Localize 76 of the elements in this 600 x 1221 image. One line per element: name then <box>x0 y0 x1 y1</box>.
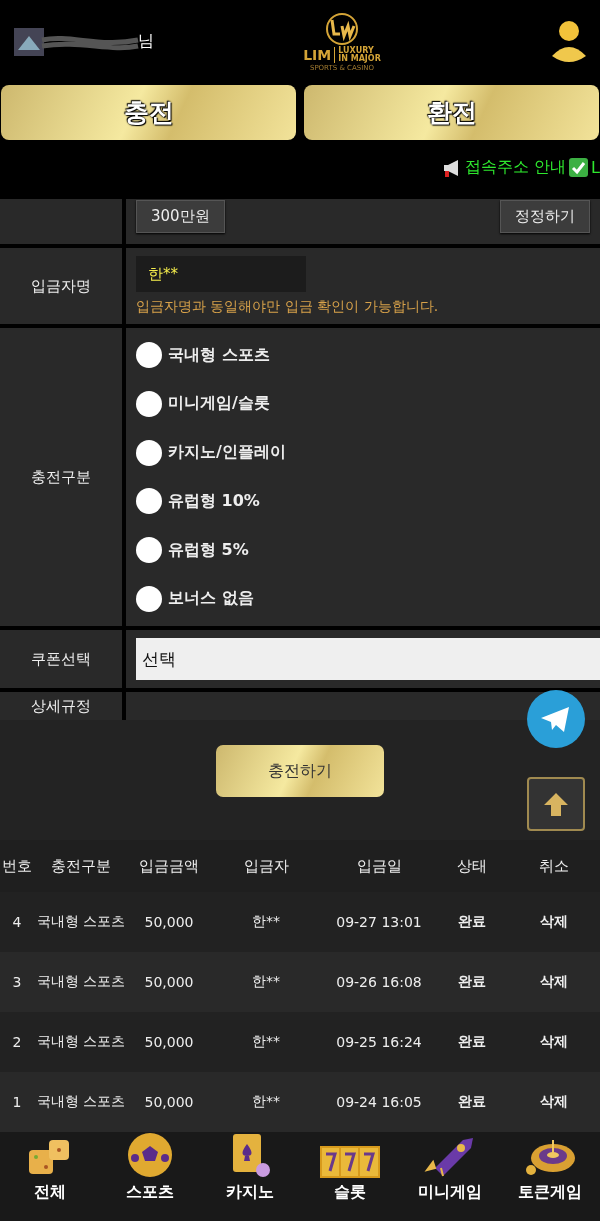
column-header: 입금자 <box>210 840 322 892</box>
nav-label[interactable]: 스포츠 <box>126 1182 174 1203</box>
table-cell: 4 <box>12 914 22 930</box>
logo-mark: LIM <box>303 46 336 63</box>
column-header: 상태 <box>436 840 508 892</box>
reset-button[interactable]: 정정하기 <box>500 200 590 233</box>
radio-label: 카지노/인플레이 <box>168 442 286 464</box>
depositor-field[interactable]: 한** <box>136 256 306 292</box>
table-cell: 완료 <box>458 1033 486 1049</box>
table-cell: 09-27 13:01 <box>336 914 422 930</box>
delete-link[interactable]: 삭제 <box>540 973 568 989</box>
column-header: 충전구분 <box>34 840 128 892</box>
slot-machine-icon[interactable] <box>320 1146 380 1178</box>
table-cell: 국내형 스포츠 <box>36 1093 126 1109</box>
radio-label: 유럽형 10% <box>168 490 260 512</box>
radio-label: 미니게임/슬롯 <box>168 393 270 415</box>
column-header: 취소 <box>508 840 600 892</box>
table-cell: 50,000 <box>144 1034 194 1050</box>
amount-chip[interactable]: 300만원 <box>136 200 225 233</box>
nav-label[interactable]: 토큰게임 <box>518 1182 582 1203</box>
nav-label[interactable]: 전체 <box>34 1182 66 1203</box>
radio-button[interactable] <box>136 439 162 466</box>
telegram-icon[interactable] <box>527 690 585 748</box>
table-cell: 국내형 스포츠 <box>36 913 126 929</box>
checkmark-icon <box>569 158 589 178</box>
table-cell: 한** <box>252 1033 280 1049</box>
table-cell: 완료 <box>458 973 486 989</box>
column-header: 입금일 <box>322 840 436 892</box>
table-cell: 3 <box>12 974 22 990</box>
delete-link[interactable]: 삭제 <box>540 1033 568 1049</box>
radio-label: 국내형 스포츠 <box>168 344 270 366</box>
ticker-text: 접속주소 안내 <box>465 157 567 179</box>
coupon-select[interactable]: 선택 <box>136 638 600 680</box>
table-cell: 2 <box>12 1034 22 1050</box>
field-label: 쿠폰선택 <box>31 649 91 669</box>
column-header: 입금금액 <box>128 840 210 892</box>
radio-label: 보너스 없음 <box>168 588 254 610</box>
table-cell: 한** <box>252 973 280 989</box>
table-cell: 한** <box>252 913 280 929</box>
scroll-top-button[interactable] <box>527 777 585 831</box>
ticker-text: L <box>591 158 600 178</box>
radio-label: 유럽형 5% <box>168 539 249 561</box>
ball-icon[interactable] <box>127 1132 173 1178</box>
delete-link[interactable]: 삭제 <box>540 913 568 929</box>
table-cell: 50,000 <box>144 914 194 930</box>
radio-button[interactable] <box>136 537 162 564</box>
user-icon[interactable] <box>550 19 588 64</box>
nav-label[interactable]: 카지노 <box>226 1182 274 1203</box>
column-header: 번호 <box>0 840 34 892</box>
table-cell: 완료 <box>458 913 486 929</box>
nav-label[interactable]: 미니게임 <box>418 1182 482 1203</box>
table-cell: 09-26 16:08 <box>336 974 422 990</box>
table-cell: 09-24 16:05 <box>336 1094 422 1110</box>
radio-button[interactable] <box>136 390 162 417</box>
logo-tagline: IN MAJOR <box>338 54 381 63</box>
radio-button[interactable] <box>136 488 162 515</box>
table-cell: 1 <box>12 1094 22 1110</box>
depositor-note: 입금자명과 동일해야만 입금 확인이 가능합니다. <box>136 298 440 316</box>
table-cell: 50,000 <box>144 974 194 990</box>
radio-button[interactable] <box>136 586 162 612</box>
table-cell: 50,000 <box>144 1094 194 1110</box>
delete-link[interactable]: 삭제 <box>540 1093 568 1109</box>
table-cell: 09-25 16:24 <box>336 1034 422 1050</box>
field-label: 상세규정 <box>31 696 91 716</box>
field-label: 충전구분 <box>31 467 91 487</box>
field-label: 입금자명 <box>31 276 91 296</box>
table-cell: 한** <box>252 1093 280 1109</box>
table-cell: 국내형 스포츠 <box>36 973 126 989</box>
submit-button[interactable]: 충전하기 <box>216 745 384 797</box>
table-cell: 국내형 스포츠 <box>36 1033 126 1049</box>
radio-button[interactable] <box>136 342 162 368</box>
logo-tagline: LUXURY <box>338 46 374 55</box>
table-cell: 완료 <box>458 1093 486 1109</box>
avatar-icon <box>14 27 44 56</box>
username: 님 <box>138 31 154 53</box>
nav-label[interactable]: 슬롯 <box>334 1182 366 1203</box>
